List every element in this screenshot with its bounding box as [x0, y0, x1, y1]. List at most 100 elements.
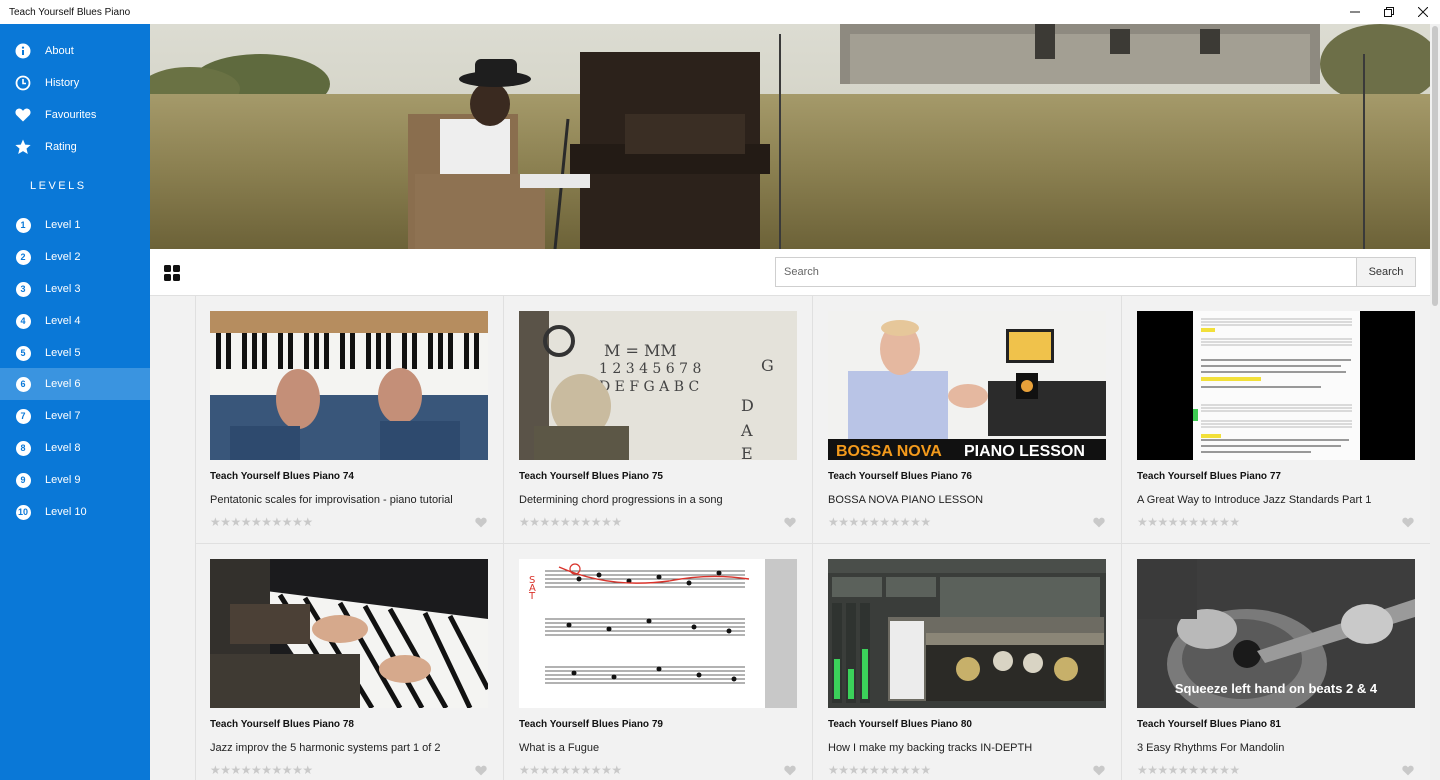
- number-circle-icon: 3: [15, 281, 31, 297]
- sidebar-item-rating[interactable]: Rating: [0, 131, 150, 163]
- sidebar-item-level-8[interactable]: 8 Level 8: [0, 432, 150, 464]
- hero-banner-image: [150, 24, 1430, 249]
- star-icon: [15, 139, 31, 155]
- restore-button[interactable]: [1372, 0, 1406, 24]
- sidebar-item-label: History: [45, 77, 80, 89]
- video-title: Teach Yourself Blues Piano 81: [1137, 719, 1281, 730]
- search-input[interactable]: [775, 257, 1357, 287]
- rating-stars[interactable]: ★★★★★★★★★★: [1137, 515, 1240, 529]
- sidebar-item-level-1[interactable]: 1 Level 1: [0, 209, 150, 241]
- minimize-button[interactable]: [1338, 0, 1372, 24]
- scrollbar-thumb[interactable]: [1432, 26, 1438, 306]
- video-grid: Teach Yourself Blues Piano 74 Pentatonic…: [195, 296, 1430, 780]
- video-title: Teach Yourself Blues Piano 75: [519, 471, 663, 482]
- favourite-heart-icon[interactable]: [784, 517, 796, 528]
- window-controls: [1338, 0, 1440, 24]
- video-title: Teach Yourself Blues Piano 76: [828, 471, 972, 482]
- number-circle-icon: 5: [15, 345, 31, 361]
- video-card[interactable]: Teach Yourself Blues Piano 80 How I make…: [813, 544, 1122, 780]
- video-card[interactable]: Teach Yourself Blues Piano 78 Jazz impro…: [195, 544, 504, 780]
- video-subtitle: Determining chord progressions in a song: [519, 494, 723, 506]
- sidebar-item-label: Level 7: [45, 410, 81, 422]
- svg-text:1 2 3 4 5 6 7 8: 1 2 3 4 5 6 7 8: [599, 361, 701, 377]
- thumbnail-caption: BOSSA NOVA: [836, 443, 942, 460]
- heart-icon: [15, 107, 31, 123]
- sidebar-item-label: Rating: [45, 141, 77, 153]
- thumbnail-caption: Squeeze left hand on beats 2 & 4: [1175, 681, 1378, 696]
- number-circle-icon: 7: [15, 408, 31, 424]
- video-card[interactable]: BOSSA NOVA PIANO LESSON Teach Yourself B…: [813, 296, 1122, 543]
- sidebar-item-label: Level 5: [45, 347, 81, 359]
- favourite-heart-icon[interactable]: [1402, 765, 1414, 776]
- video-thumbnail[interactable]: M = MM 1 2 3 4 5 6 7 8 D E F G A B C G D…: [519, 311, 797, 460]
- sidebar-item-level-9[interactable]: 9 Level 9: [0, 464, 150, 496]
- title-bar: Teach Yourself Blues Piano: [0, 0, 1440, 24]
- rating-stars[interactable]: ★★★★★★★★★★: [828, 515, 931, 529]
- search-button[interactable]: Search: [1356, 257, 1416, 287]
- info-icon: [15, 43, 31, 59]
- favourite-heart-icon[interactable]: [1402, 517, 1414, 528]
- close-icon: [1418, 7, 1428, 17]
- video-card[interactable]: Teach Yourself Blues Piano 74 Pentatonic…: [195, 296, 504, 543]
- restore-icon: [1384, 7, 1394, 17]
- number-circle-icon: 9: [15, 472, 31, 488]
- sidebar-item-label: Level 4: [45, 315, 81, 327]
- svg-text:G: G: [761, 356, 774, 375]
- video-subtitle: A Great Way to Introduce Jazz Standards …: [1137, 494, 1372, 506]
- video-title: Teach Yourself Blues Piano 79: [519, 719, 663, 730]
- sidebar-item-favourites[interactable]: Favourites: [0, 99, 150, 131]
- video-thumbnail[interactable]: Squeeze left hand on beats 2 & 4: [1137, 559, 1415, 708]
- favourite-heart-icon[interactable]: [475, 765, 487, 776]
- number-circle-icon: 1: [15, 217, 31, 233]
- rating-stars[interactable]: ★★★★★★★★★★: [1137, 763, 1240, 777]
- clock-icon: [15, 75, 31, 91]
- video-subtitle: 3 Easy Rhythms For Mandolin: [1137, 742, 1285, 754]
- sidebar-item-label: Level 1: [45, 219, 81, 231]
- sidebar-item-label: Level 8: [45, 442, 81, 454]
- video-title: Teach Yourself Blues Piano 77: [1137, 471, 1281, 482]
- video-card[interactable]: S A T Teach Yourself Blues Piano 79 What…: [504, 544, 813, 780]
- sidebar-item-about[interactable]: About: [0, 35, 150, 67]
- number-circle-icon: 10: [15, 504, 31, 520]
- svg-text:D: D: [741, 396, 754, 415]
- rating-stars[interactable]: ★★★★★★★★★★: [210, 515, 313, 529]
- close-button[interactable]: [1406, 0, 1440, 24]
- video-subtitle: Jazz improv the 5 harmonic systems part …: [210, 742, 441, 754]
- video-thumbnail[interactable]: [210, 559, 488, 708]
- video-card[interactable]: Squeeze left hand on beats 2 & 4 Teach Y…: [1122, 544, 1431, 780]
- sidebar-item-level-2[interactable]: 2 Level 2: [0, 241, 150, 273]
- sidebar-item-level-5[interactable]: 5 Level 5: [0, 337, 150, 369]
- video-subtitle: What is a Fugue: [519, 742, 600, 754]
- rating-stars[interactable]: ★★★★★★★★★★: [519, 763, 622, 777]
- sidebar-item-level-7[interactable]: 7 Level 7: [0, 400, 150, 432]
- video-thumbnail[interactable]: [210, 311, 488, 460]
- sidebar-item-label: Favourites: [45, 109, 97, 121]
- video-subtitle: BOSSA NOVA PIANO LESSON: [828, 494, 984, 506]
- video-thumbnail[interactable]: BOSSA NOVA PIANO LESSON: [828, 311, 1106, 460]
- video-card[interactable]: Teach Yourself Blues Piano 77 A Great Wa…: [1122, 296, 1431, 543]
- video-thumbnail[interactable]: S A T: [519, 559, 797, 708]
- sidebar-item-level-10[interactable]: 10 Level 10: [0, 496, 150, 528]
- video-card[interactable]: M = MM 1 2 3 4 5 6 7 8 D E F G A B C G D…: [504, 296, 813, 543]
- sidebar-item-label: Level 2: [45, 251, 81, 263]
- favourite-heart-icon[interactable]: [784, 765, 796, 776]
- svg-text:D E F G A B C: D E F G A B C: [599, 379, 699, 395]
- favourite-heart-icon[interactable]: [1093, 765, 1105, 776]
- sidebar-item-level-4[interactable]: 4 Level 4: [0, 305, 150, 337]
- video-thumbnail[interactable]: [828, 559, 1106, 708]
- rating-stars[interactable]: ★★★★★★★★★★: [519, 515, 622, 529]
- rating-stars[interactable]: ★★★★★★★★★★: [828, 763, 931, 777]
- sidebar-item-level-6[interactable]: 6 Level 6: [0, 368, 150, 400]
- sidebar-item-level-3[interactable]: 3 Level 3: [0, 273, 150, 305]
- rating-stars[interactable]: ★★★★★★★★★★: [210, 763, 313, 777]
- sidebar-item-history[interactable]: History: [0, 67, 150, 99]
- favourite-heart-icon[interactable]: [475, 517, 487, 528]
- video-thumbnail[interactable]: [1137, 311, 1415, 460]
- favourite-heart-icon[interactable]: [1093, 517, 1105, 528]
- video-title: Teach Yourself Blues Piano 78: [210, 719, 354, 730]
- sidebar-item-label: Level 9: [45, 474, 81, 486]
- video-subtitle: How I make my backing tracks IN-DEPTH: [828, 742, 1033, 754]
- grid-view-icon[interactable]: [164, 265, 180, 281]
- thumbnail-caption: T: [528, 591, 536, 602]
- sidebar-item-label: Level 6: [45, 378, 81, 390]
